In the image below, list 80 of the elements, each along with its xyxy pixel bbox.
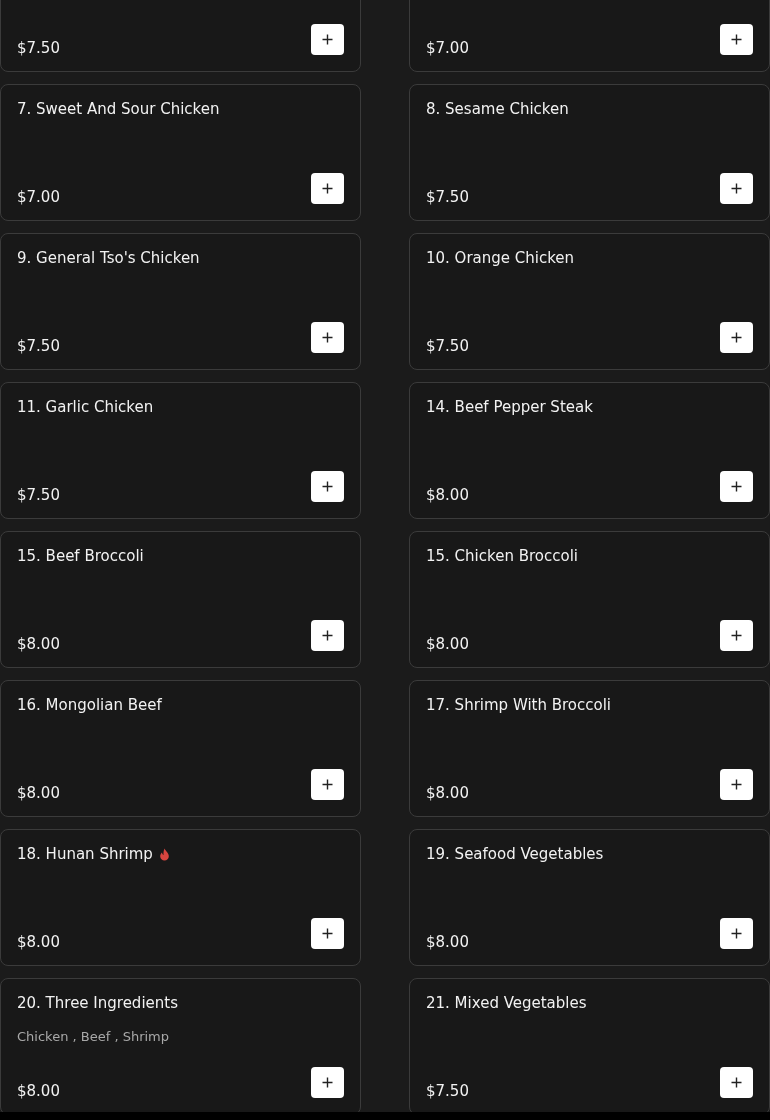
add-button[interactable]: [720, 1067, 753, 1098]
plus-icon: [731, 183, 742, 194]
item-title: 9. General Tso's Chicken: [17, 248, 200, 268]
item-price: $7.50: [17, 336, 60, 356]
plus-icon: [322, 928, 333, 939]
menu-item-card[interactable]: 10. Orange Chicken $7.50: [409, 233, 770, 370]
menu-item-card[interactable]: 16. Mongolian Beef $8.00: [0, 680, 361, 817]
plus-icon: [322, 34, 333, 45]
add-button[interactable]: [720, 918, 753, 949]
item-title: 7. Sweet And Sour Chicken: [17, 99, 220, 119]
menu-item-card[interactable]: 11. Garlic Chicken $7.50: [0, 382, 361, 519]
item-title: 21. Mixed Vegetables: [426, 993, 587, 1013]
item-title: 16. Mongolian Beef: [17, 695, 162, 715]
plus-icon: [322, 481, 333, 492]
item-price: $7.00: [426, 38, 469, 58]
menu-item-card[interactable]: 15. Chicken Broccoli $8.00: [409, 531, 770, 668]
item-price: $8.00: [17, 634, 60, 654]
item-title: 20. Three Ingredients: [17, 993, 178, 1013]
menu-item-card[interactable]: 21. Mixed Vegetables $7.50: [409, 978, 770, 1112]
item-title: 8. Sesame Chicken: [426, 99, 569, 119]
item-price: $7.50: [426, 336, 469, 356]
plus-icon: [731, 630, 742, 641]
plus-icon: [731, 34, 742, 45]
add-button[interactable]: [311, 24, 344, 55]
add-button[interactable]: [720, 620, 753, 651]
item-price: $7.50: [17, 38, 60, 58]
item-title: 11. Garlic Chicken: [17, 397, 154, 417]
item-price: $7.50: [17, 485, 60, 505]
menu-item-card[interactable]: 15. Beef Broccoli $8.00: [0, 531, 361, 668]
menu-item-card[interactable]: 8. Sesame Chicken $7.50: [409, 84, 770, 221]
plus-icon: [731, 1077, 742, 1088]
flame-icon: [158, 847, 170, 861]
item-price: $7.50: [426, 187, 469, 207]
item-price: $8.00: [17, 1081, 60, 1101]
add-button[interactable]: [311, 1067, 344, 1098]
add-button[interactable]: [311, 769, 344, 800]
menu-item-card[interactable]: 14. Beef Pepper Steak $8.00: [409, 382, 770, 519]
item-price: $8.00: [426, 932, 469, 952]
item-price: $7.00: [17, 187, 60, 207]
item-price: $8.00: [17, 783, 60, 803]
item-description: Chicken , Beef , Shrimp: [17, 1029, 170, 1044]
add-button[interactable]: [311, 173, 344, 204]
item-title: 10. Orange Chicken: [426, 248, 575, 268]
add-button[interactable]: [311, 620, 344, 651]
item-price: $8.00: [17, 932, 60, 952]
plus-icon: [322, 332, 333, 343]
plus-icon: [731, 481, 742, 492]
item-title: 14. Beef Pepper Steak: [426, 397, 593, 417]
menu-item-card[interactable]: 20. Three Ingredients Chicken , Beef , Shrimp $8.00: [0, 978, 361, 1112]
menu-item-card[interactable]: 18. Hunan Shrimp $8.00: [0, 829, 361, 966]
menu-item-card[interactable]: 9. General Tso's Chicken $7.50: [0, 233, 361, 370]
item-title: 17. Shrimp With Broccoli: [426, 695, 612, 715]
add-button[interactable]: [720, 769, 753, 800]
plus-icon: [322, 183, 333, 194]
plus-icon: [322, 630, 333, 641]
item-price: $8.00: [426, 783, 469, 803]
plus-icon: [731, 928, 742, 939]
plus-icon: [731, 332, 742, 343]
item-title: 15. Beef Broccoli: [17, 546, 144, 566]
menu-item-card[interactable]: 7. Sweet And Sour Chicken $7.00: [0, 84, 361, 221]
menu-item-card[interactable]: $7.50: [0, 0, 361, 72]
plus-icon: [731, 779, 742, 790]
plus-icon: [322, 1077, 333, 1088]
add-button[interactable]: [311, 322, 344, 353]
menu-item-card[interactable]: $7.00: [409, 0, 770, 72]
add-button[interactable]: [720, 24, 753, 55]
add-button[interactable]: [720, 471, 753, 502]
item-price: $8.00: [426, 634, 469, 654]
add-button[interactable]: [720, 322, 753, 353]
plus-icon: [322, 779, 333, 790]
item-title: 18. Hunan Shrimp: [17, 844, 153, 864]
item-title: 19. Seafood Vegetables: [426, 844, 604, 864]
add-button[interactable]: [720, 173, 753, 204]
item-price: $7.50: [426, 1081, 469, 1101]
add-button[interactable]: [311, 471, 344, 502]
add-button[interactable]: [311, 918, 344, 949]
item-title: 15. Chicken Broccoli: [426, 546, 578, 566]
item-price: $8.00: [426, 485, 469, 505]
menu-item-card[interactable]: 17. Shrimp With Broccoli $8.00: [409, 680, 770, 817]
menu-item-card[interactable]: 19. Seafood Vegetables $8.00: [409, 829, 770, 966]
